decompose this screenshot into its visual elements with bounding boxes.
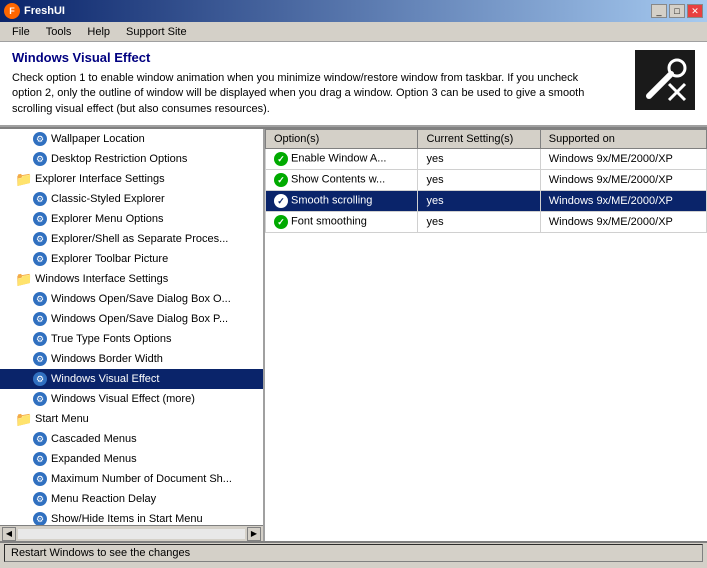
table-row[interactable]: ✓ Show Contents w...yesWindows 9x/ME/200… — [266, 170, 707, 191]
menu-help[interactable]: Help — [79, 24, 118, 40]
folder-icon: 📁 — [16, 171, 32, 187]
gear-icon: ⚙ — [32, 311, 48, 327]
supported-cell: Windows 9x/ME/2000/XP — [540, 191, 706, 212]
table-row[interactable]: ✓ Smooth scrollingyesWindows 9x/ME/2000/… — [266, 191, 707, 212]
tree-item-visual-effect-more[interactable]: ⚙ Windows Visual Effect (more) — [0, 389, 263, 409]
status-bar: Restart Windows to see the changes — [0, 541, 707, 563]
gear-icon: ⚙ — [32, 251, 48, 267]
app-icon: F — [4, 3, 20, 19]
tree-item-show-hide-start[interactable]: ⚙ Show/Hide Items in Start Menu — [0, 509, 263, 525]
tree-item-explorer-toolbar[interactable]: ⚙ Explorer Toolbar Picture — [0, 249, 263, 269]
gear-icon: ⚙ — [32, 231, 48, 247]
window-title: FreshUI — [24, 5, 65, 17]
tree-item-explorer-shell[interactable]: ⚙ Explorer/Shell as Separate Proces... — [0, 229, 263, 249]
scroll-left-arrow[interactable]: ◀ — [2, 527, 16, 541]
tree-item-desktop-restriction[interactable]: ⚙ Desktop Restriction Options — [0, 149, 263, 169]
option-cell: ✓ Show Contents w... — [266, 170, 418, 191]
tree-item-explorer-interface[interactable]: 📁 Explorer Interface Settings — [0, 169, 263, 189]
gear-icon: ⚙ — [32, 191, 48, 207]
gear-icon: ⚙ — [32, 511, 48, 525]
scroll-track[interactable] — [18, 529, 245, 539]
tree-item-classic-explorer[interactable]: ⚙ Classic-Styled Explorer — [0, 189, 263, 209]
title-bar: F FreshUI _ □ ✕ — [0, 0, 707, 22]
menu-tools[interactable]: Tools — [38, 24, 80, 40]
folder-icon: 📁 — [16, 271, 32, 287]
status-message: Restart Windows to see the changes — [4, 544, 703, 562]
tree-item-visual-effect[interactable]: ⚙ Windows Visual Effect — [0, 369, 263, 389]
setting-cell: yes — [418, 191, 540, 212]
gear-icon: ⚙ — [32, 431, 48, 447]
option-cell: ✓ Font smoothing — [266, 212, 418, 233]
folder-icon: 📁 — [16, 411, 32, 427]
gear-icon: ⚙ — [32, 291, 48, 307]
options-table: Option(s) Current Setting(s) Supported o… — [265, 129, 707, 233]
page-title: Windows Visual Effect — [12, 50, 625, 65]
supported-cell: Windows 9x/ME/2000/XP — [540, 170, 706, 191]
check-icon: ✓ — [274, 152, 288, 166]
check-icon: ✓ — [274, 215, 288, 229]
setting-cell: yes — [418, 170, 540, 191]
menu-bar: File Tools Help Support Site — [0, 22, 707, 42]
table-row[interactable]: ✓ Font smoothingyesWindows 9x/ME/2000/XP — [266, 212, 707, 233]
main-content: ⚙ Wallpaper Location ⚙ Desktop Restricti… — [0, 127, 707, 541]
tree-horizontal-scrollbar[interactable]: ◀ ▶ — [0, 525, 263, 541]
gear-icon: ⚙ — [32, 391, 48, 407]
tree-panel: ⚙ Wallpaper Location ⚙ Desktop Restricti… — [0, 129, 265, 541]
title-bar-left: F FreshUI — [4, 3, 65, 19]
col-header-option: Option(s) — [266, 130, 418, 149]
close-button[interactable]: ✕ — [687, 4, 703, 18]
gear-icon: ⚙ — [32, 351, 48, 367]
gear-icon: ⚙ — [32, 451, 48, 467]
header-description: Check option 1 to enable window animatio… — [12, 71, 592, 117]
wrench-icon — [641, 56, 689, 104]
setting-cell: yes — [418, 212, 540, 233]
supported-cell: Windows 9x/ME/2000/XP — [540, 149, 706, 170]
check-icon: ✓ — [274, 194, 288, 208]
option-cell: ✓ Smooth scrolling — [266, 191, 418, 212]
tree-item-max-docs[interactable]: ⚙ Maximum Number of Document Sh... — [0, 469, 263, 489]
menu-support[interactable]: Support Site — [118, 24, 195, 40]
tree-item-start-menu[interactable]: 📁 Start Menu — [0, 409, 263, 429]
gear-icon: ⚙ — [32, 151, 48, 167]
header-icon — [635, 50, 695, 110]
gear-icon: ⚙ — [32, 471, 48, 487]
tree-item-wallpaper[interactable]: ⚙ Wallpaper Location — [0, 129, 263, 149]
gear-icon: ⚙ — [32, 211, 48, 227]
scroll-right-arrow[interactable]: ▶ — [247, 527, 261, 541]
tree-item-explorer-menu[interactable]: ⚙ Explorer Menu Options — [0, 209, 263, 229]
col-header-supported: Supported on — [540, 130, 706, 149]
tree-scroll[interactable]: ⚙ Wallpaper Location ⚙ Desktop Restricti… — [0, 129, 263, 525]
col-header-setting: Current Setting(s) — [418, 130, 540, 149]
option-cell: ✓ Enable Window A... — [266, 149, 418, 170]
minimize-button[interactable]: _ — [651, 4, 667, 18]
tree-item-menu-delay[interactable]: ⚙ Menu Reaction Delay — [0, 489, 263, 509]
tree-item-windows-interface[interactable]: 📁 Windows Interface Settings — [0, 269, 263, 289]
tree-item-expanded-menus[interactable]: ⚙ Expanded Menus — [0, 449, 263, 469]
gear-icon: ⚙ — [32, 491, 48, 507]
tree-item-cascaded-menus[interactable]: ⚙ Cascaded Menus — [0, 429, 263, 449]
gear-icon: ⚙ — [32, 131, 48, 147]
header-text: Windows Visual Effect Check option 1 to … — [12, 50, 625, 117]
gear-icon: ⚙ — [32, 371, 48, 387]
check-icon: ✓ — [274, 173, 288, 187]
setting-cell: yes — [418, 149, 540, 170]
menu-file[interactable]: File — [4, 24, 38, 40]
options-panel: Option(s) Current Setting(s) Supported o… — [265, 129, 707, 541]
gear-icon: ⚙ — [32, 331, 48, 347]
tree-item-open-save-p[interactable]: ⚙ Windows Open/Save Dialog Box P... — [0, 309, 263, 329]
supported-cell: Windows 9x/ME/2000/XP — [540, 212, 706, 233]
maximize-button[interactable]: □ — [669, 4, 685, 18]
tree-item-open-save-o[interactable]: ⚙ Windows Open/Save Dialog Box O... — [0, 289, 263, 309]
title-buttons: _ □ ✕ — [651, 4, 703, 18]
table-row[interactable]: ✓ Enable Window A...yesWindows 9x/ME/200… — [266, 149, 707, 170]
header-section: Windows Visual Effect Check option 1 to … — [0, 42, 707, 127]
tree-item-truetype[interactable]: ⚙ True Type Fonts Options — [0, 329, 263, 349]
tree-item-border-width[interactable]: ⚙ Windows Border Width — [0, 349, 263, 369]
